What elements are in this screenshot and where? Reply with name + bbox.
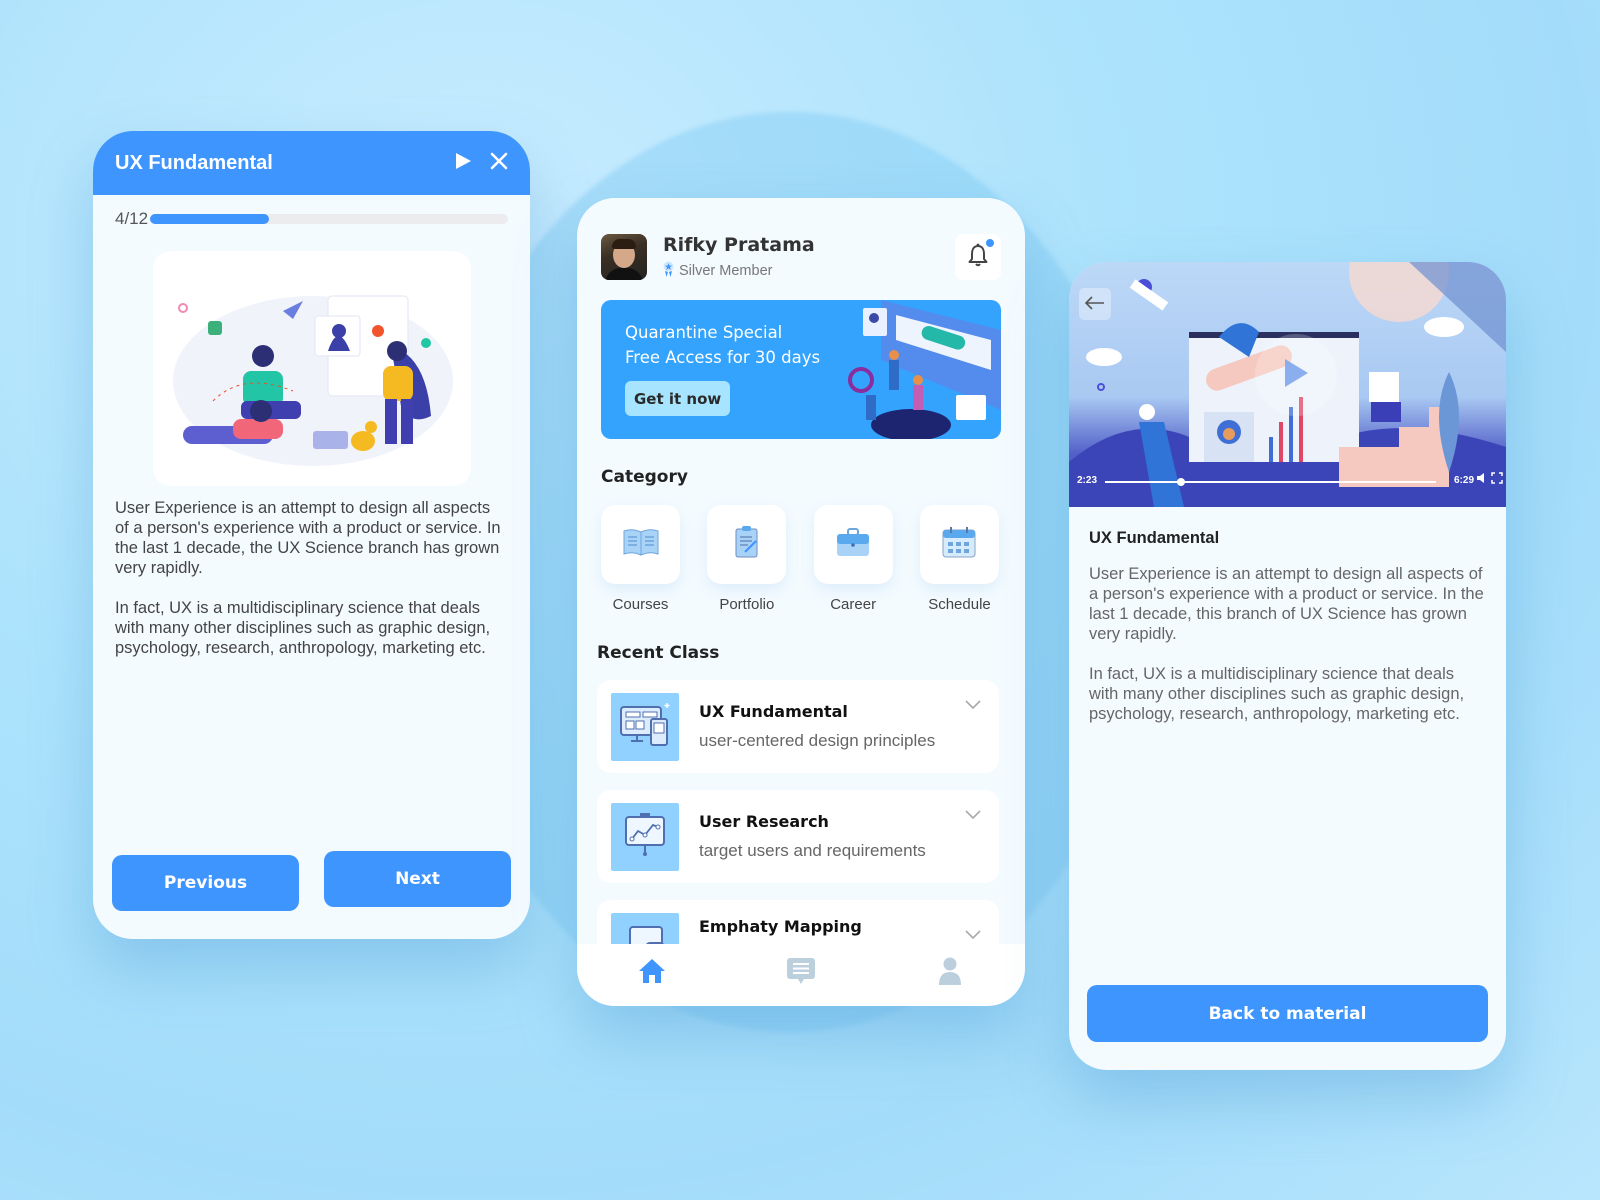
category-portfolio[interactable]: Portfolio xyxy=(707,505,787,613)
book-icon xyxy=(622,528,660,561)
video-player[interactable]: 2:23 6:29 xyxy=(1069,262,1506,507)
profile-header: Rifky Pratama Silver Member xyxy=(577,198,1025,280)
nav-home[interactable] xyxy=(632,953,672,993)
class-subtitle: target users and requirements xyxy=(699,841,926,860)
chevron-down-icon[interactable] xyxy=(965,696,981,712)
play-icon xyxy=(1283,358,1309,393)
arrow-left-icon xyxy=(1084,293,1105,316)
video-paragraph: User Experience is an attempt to design … xyxy=(1089,565,1484,643)
home-icon xyxy=(638,958,666,989)
video-details: UX Fundamental User Experience is an att… xyxy=(1069,507,1506,724)
banner-text: Quarantine Special Free Access for 30 da… xyxy=(625,320,820,370)
lesson-paragraph: User Experience is an attempt to design … xyxy=(115,499,501,577)
video-title: UX Fundamental xyxy=(1089,529,1220,547)
category-schedule[interactable]: Schedule xyxy=(919,505,999,613)
calendar-icon xyxy=(942,526,976,563)
video-current-time: 2:23 xyxy=(1077,475,1098,486)
profile-info: Rifky Pratama Silver Member xyxy=(663,234,955,280)
lesson-paragraph: In fact, UX is a multidisciplinary scien… xyxy=(115,599,491,657)
notification-dot xyxy=(986,239,994,247)
promo-banner: Quarantine Special Free Access for 30 da… xyxy=(601,300,1001,439)
video-description: User Experience is an attempt to design … xyxy=(1089,564,1486,724)
lesson-navigation: Previous Next xyxy=(112,851,511,911)
category-courses[interactable]: Courses xyxy=(601,505,680,613)
class-title: Emphaty Mapping xyxy=(699,916,862,936)
back-arrow-button[interactable] xyxy=(1079,288,1111,320)
banner-line-2: Free Access for 30 days xyxy=(625,348,821,367)
progress-fill xyxy=(150,214,270,224)
progress-track xyxy=(150,214,508,224)
banner-illustration xyxy=(848,300,1001,439)
fullscreen-icon[interactable] xyxy=(1491,472,1503,487)
lesson-progress: 4/12 xyxy=(93,195,530,229)
avatar[interactable] xyxy=(601,234,647,280)
bell-icon xyxy=(967,243,989,272)
video-card: 2:23 6:29 UX Fundamental User Experience… xyxy=(1069,262,1506,1070)
presentation-chart-icon xyxy=(620,809,670,864)
notification-button[interactable] xyxy=(955,234,1001,280)
membership-level: Silver Member xyxy=(663,261,955,280)
chevron-down-icon[interactable] xyxy=(965,806,981,822)
video-play-button[interactable] xyxy=(1255,334,1337,416)
next-button[interactable]: Next xyxy=(324,851,511,907)
user-name: Rifky Pratama xyxy=(663,234,815,256)
chevron-down-icon[interactable] xyxy=(965,926,981,942)
class-subtitle: user-centered design principles xyxy=(699,731,936,750)
clipboard-icon xyxy=(734,525,760,564)
category-label: Portfolio xyxy=(719,596,775,613)
ribbon-badge-icon xyxy=(663,261,674,280)
progress-label: 4/12 xyxy=(115,209,149,228)
video-duration: 6:29 xyxy=(1453,475,1474,486)
back-to-material-button[interactable]: Back to material xyxy=(1087,985,1488,1042)
recent-class-title: Recent Class xyxy=(597,643,720,663)
recent-class-item[interactable]: UX Fundamental user-centered design prin… xyxy=(597,680,999,773)
nav-profile[interactable] xyxy=(930,953,970,993)
class-title: UX Fundamental xyxy=(699,702,848,721)
lesson-title: UX Fundamental xyxy=(115,151,273,174)
membership-label: Silver Member xyxy=(679,262,773,279)
category-career[interactable]: Career xyxy=(813,505,893,613)
category-title: Category xyxy=(601,467,688,487)
lesson-card: UX Fundamental 4/12 User Experience is a… xyxy=(93,131,530,939)
user-icon xyxy=(938,957,962,990)
team-collaboration-illustration xyxy=(152,251,471,486)
play-icon[interactable] xyxy=(454,152,472,174)
category-label: Career xyxy=(830,596,877,613)
category-label: Courses xyxy=(612,596,669,613)
video-paragraph: In fact, UX is a multidisciplinary scien… xyxy=(1089,665,1465,723)
category-list: Courses Portfolio Career Schedule xyxy=(577,487,1025,613)
briefcase-icon xyxy=(836,527,870,562)
lesson-content: User Experience is an attempt to design … xyxy=(93,486,530,658)
home-card: Rifky Pratama Silver Member Quarantine S… xyxy=(577,198,1025,1006)
banner-line-1: Quarantine Special xyxy=(625,323,783,342)
devices-icon xyxy=(617,699,673,754)
volume-icon[interactable] xyxy=(1476,472,1488,487)
get-it-now-button[interactable]: Get it now xyxy=(625,381,731,416)
nav-messages[interactable] xyxy=(781,953,821,993)
class-title: User Research xyxy=(699,812,829,831)
video-seek-bar[interactable] xyxy=(1105,478,1436,486)
message-icon xyxy=(786,957,816,990)
lesson-header: UX Fundamental xyxy=(93,131,530,195)
recent-class-item[interactable]: User Research target users and requireme… xyxy=(597,790,999,883)
bottom-navigation xyxy=(577,944,1025,1006)
category-label: Schedule xyxy=(928,596,991,613)
close-icon[interactable] xyxy=(490,152,508,174)
previous-button[interactable]: Previous xyxy=(112,855,299,911)
